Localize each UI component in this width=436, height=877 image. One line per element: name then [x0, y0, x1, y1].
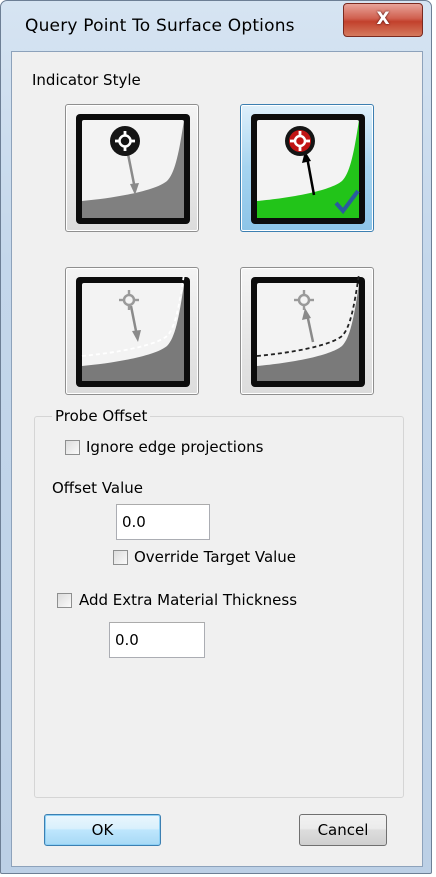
override-target-label: Override Target Value	[134, 548, 297, 566]
close-icon: X	[376, 9, 390, 29]
indicator-option-solid-up[interactable]	[240, 104, 374, 232]
dashed-surface-arrow-down-icon	[76, 276, 190, 387]
ignore-edge-label: Ignore edge projections	[86, 438, 264, 456]
ok-button[interactable]: OK	[44, 814, 161, 846]
offset-value-field[interactable]: 0.0	[116, 504, 210, 540]
indicator-option-dashed-up[interactable]	[240, 267, 374, 395]
indicator-style-label: Indicator Style	[32, 71, 141, 89]
ignore-edge-checkbox[interactable]	[65, 440, 80, 455]
surface-arrow-up-icon	[251, 114, 365, 224]
cancel-button[interactable]: Cancel	[299, 814, 387, 846]
dialog-body: Indicator Style Probe Offset Ignore edge…	[11, 51, 423, 867]
dialog-window: Query Point To Surface Options X Indicat…	[0, 0, 432, 874]
probe-offset-legend: Probe Offset	[52, 407, 151, 425]
dashed-surface-arrow-up-icon	[251, 276, 365, 387]
indicator-option-dashed-down[interactable]	[65, 267, 199, 395]
extra-thickness-field[interactable]: 0.0	[109, 622, 205, 658]
indicator-option-solid-down[interactable]	[65, 104, 199, 232]
close-button[interactable]: X	[343, 3, 423, 37]
extra-thickness-label: Add Extra Material Thickness	[79, 591, 298, 609]
override-target-checkbox[interactable]	[113, 550, 128, 565]
surface-arrow-down-icon	[76, 114, 190, 224]
extra-thickness-checkbox[interactable]	[57, 593, 72, 608]
title-bar[interactable]: Query Point To Surface Options X	[1, 1, 433, 51]
window-title: Query Point To Surface Options	[25, 16, 295, 36]
offset-value-label: Offset Value	[52, 479, 144, 497]
